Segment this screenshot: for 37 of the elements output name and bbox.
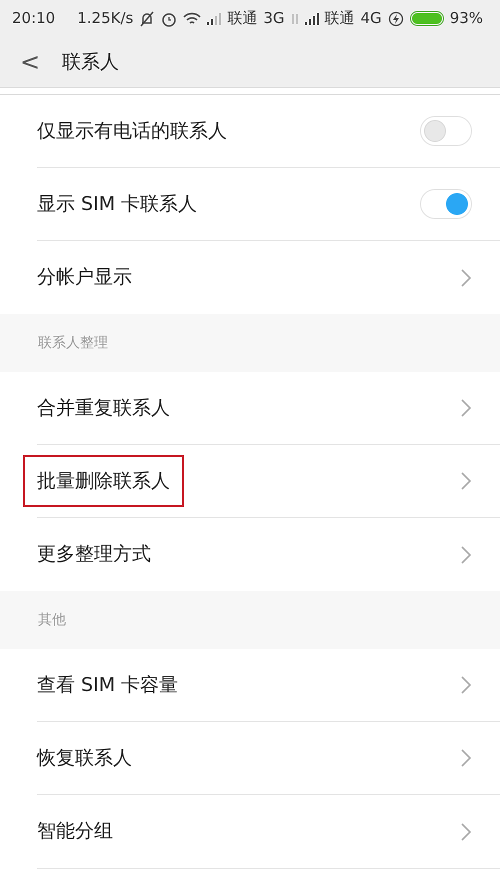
back-button[interactable]: < bbox=[20, 44, 50, 80]
setting-label: 显示 SIM 卡联系人 bbox=[37, 192, 198, 217]
setting-label[interactable]: 批量删除联系人 bbox=[25, 456, 182, 506]
battery-percent: 93% bbox=[450, 8, 484, 30]
mute-bell-icon bbox=[139, 10, 156, 26]
setting-label[interactable]: 智能分组 bbox=[37, 817, 113, 846]
chevron-icon bbox=[460, 748, 472, 768]
setting-label[interactable]: 分帐户显示 bbox=[37, 263, 132, 292]
carrier-name: 联通 bbox=[324, 8, 355, 30]
chevron-icon bbox=[460, 675, 472, 695]
setting-label[interactable]: 恢复联系人 bbox=[37, 744, 132, 772]
network-type: 3G bbox=[263, 8, 285, 30]
data-arrows-icon bbox=[290, 12, 299, 24]
section-header: 其他 bbox=[0, 591, 500, 649]
network-type: 4G bbox=[360, 8, 382, 30]
alarm-icon bbox=[161, 10, 178, 26]
setting-label[interactable]: 合并重复联系人 bbox=[37, 394, 170, 422]
network-speed: 1.25K/s bbox=[77, 8, 134, 30]
chevron-icon bbox=[460, 822, 472, 842]
status-time: 20:10 bbox=[12, 8, 56, 30]
chevron-icon bbox=[460, 268, 472, 288]
section-header: 联系人整理 bbox=[0, 314, 500, 372]
wifi-icon bbox=[183, 12, 202, 26]
chevron-icon bbox=[460, 544, 472, 564]
signal-icon bbox=[304, 12, 319, 24]
battery-icon bbox=[410, 11, 444, 26]
setting-label[interactable]: 查看 SIM 卡容量 bbox=[37, 670, 178, 700]
charging-icon bbox=[388, 10, 404, 26]
chevron-icon bbox=[460, 398, 472, 418]
setting-label[interactable]: 更多整理方式 bbox=[37, 540, 151, 569]
signal-icon bbox=[207, 12, 222, 24]
setting-label: 仅显示有电话的联系人 bbox=[37, 118, 227, 144]
toggle-switch[interactable] bbox=[420, 189, 472, 219]
toggle-switch[interactable] bbox=[420, 116, 472, 146]
carrier-name: 联通 bbox=[227, 8, 258, 30]
page-title: 联系人 bbox=[62, 50, 119, 75]
chevron-icon bbox=[460, 471, 472, 491]
